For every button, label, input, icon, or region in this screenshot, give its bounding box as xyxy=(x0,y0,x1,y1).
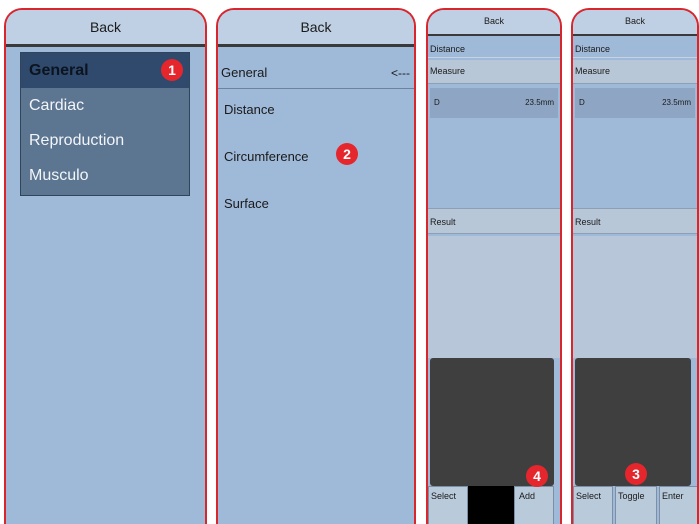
distance-title: Distance xyxy=(573,40,697,58)
panel-general-list: Back General <--- Distance Circumference… xyxy=(216,8,416,524)
result-area xyxy=(428,236,560,358)
measure-header: Measure xyxy=(573,60,697,84)
panel-measure-toggle: Back Distance Measure D 23.5mm Result Se… xyxy=(571,8,699,524)
list-header-label: General xyxy=(221,65,268,80)
list-item-circumference[interactable]: Circumference xyxy=(224,149,309,164)
callout-marker-1: 1 xyxy=(161,59,183,81)
menu-item-cardiac[interactable]: Cardiac xyxy=(21,88,189,123)
toggle-button[interactable]: Toggle xyxy=(615,486,657,524)
result-header: Result xyxy=(573,208,697,234)
back-button[interactable]: Back xyxy=(573,10,697,36)
enter-button[interactable]: Enter xyxy=(659,486,697,524)
callout-marker-2: 2 xyxy=(336,143,358,165)
back-button[interactable]: Back xyxy=(6,10,205,47)
measurement-row[interactable]: D 23.5mm xyxy=(430,88,558,118)
list-item-surface[interactable]: Surface xyxy=(224,196,269,211)
select-button[interactable]: Select xyxy=(573,486,613,524)
measurement-row[interactable]: D 23.5mm xyxy=(575,88,695,118)
panel-measure-add: Back Distance Measure D 23.5mm Result Se… xyxy=(426,8,562,524)
menu-item-reproduction[interactable]: Reproduction xyxy=(21,123,189,158)
measurement-label: D xyxy=(434,98,440,107)
select-button[interactable]: Select xyxy=(428,486,468,524)
back-arrow-icon[interactable]: <--- xyxy=(391,58,410,88)
callout-marker-3: 3 xyxy=(625,463,647,485)
button-gap xyxy=(468,486,514,524)
result-area xyxy=(573,236,697,358)
measure-header: Measure xyxy=(428,60,560,84)
list-header[interactable]: General <--- xyxy=(218,58,414,89)
panel-menu: Back General Cardiac Reproduction Muscul… xyxy=(4,8,207,524)
back-button[interactable]: Back xyxy=(428,10,560,36)
menu-item-musculo[interactable]: Musculo xyxy=(21,158,189,193)
measurement-value: 23.5mm xyxy=(662,98,691,107)
distance-title: Distance xyxy=(428,40,560,58)
measurement-value: 23.5mm xyxy=(525,98,554,107)
result-header: Result xyxy=(428,208,560,234)
add-button[interactable]: Add xyxy=(514,486,554,524)
list-item-distance[interactable]: Distance xyxy=(224,102,275,117)
callout-marker-4: 4 xyxy=(526,465,548,487)
measurement-label: D xyxy=(579,98,585,107)
back-button[interactable]: Back xyxy=(218,10,414,47)
